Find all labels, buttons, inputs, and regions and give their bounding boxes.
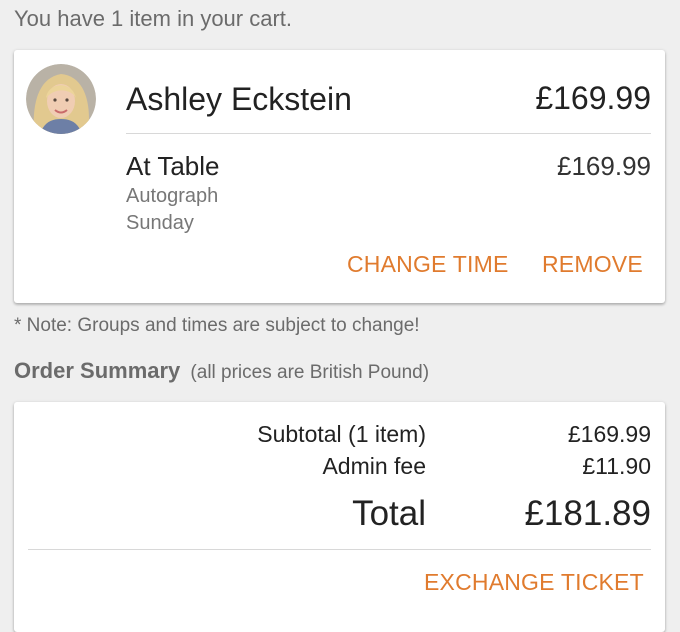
summary-divider <box>28 549 651 550</box>
cart-item-card: Ashley Eckstein £169.99 At Table £169.99… <box>14 50 665 303</box>
subtotal-label: Subtotal (1 item) <box>257 421 426 447</box>
remove-button[interactable]: REMOVE <box>542 251 643 278</box>
subtotal-value: £169.99 <box>567 421 651 447</box>
exchange-ticket-button[interactable]: EXCHANGE TICKET <box>424 569 644 596</box>
order-summary-heading: Order Summary (all prices are British Po… <box>14 358 429 384</box>
item-type: At Table <box>126 151 220 181</box>
guest-photo-icon <box>26 64 96 134</box>
item-day: Sunday <box>126 212 194 234</box>
admin-fee-value: £11.90 <box>582 453 651 479</box>
cart-count-text: You have 1 item in your cart. <box>14 6 293 31</box>
change-time-button[interactable]: CHANGE TIME <box>347 251 509 278</box>
item-divider <box>126 133 651 134</box>
order-summary-subtitle: (all prices are British Pound) <box>190 362 430 383</box>
total-label: Total <box>352 494 426 533</box>
order-summary-title: Order Summary <box>14 358 181 383</box>
order-summary-card: Subtotal (1 item) £169.99 Admin fee £11.… <box>14 402 665 632</box>
guest-total-price: £169.99 <box>535 80 651 116</box>
item-category: Autograph <box>126 185 219 207</box>
guest-avatar <box>26 64 96 134</box>
item-price: £169.99 <box>557 151 651 181</box>
note-text: * Note: Groups and times are subject to … <box>14 315 420 336</box>
total-value: £181.89 <box>524 494 651 533</box>
admin-fee-label: Admin fee <box>322 453 426 479</box>
guest-name: Ashley Eckstein <box>126 81 352 117</box>
